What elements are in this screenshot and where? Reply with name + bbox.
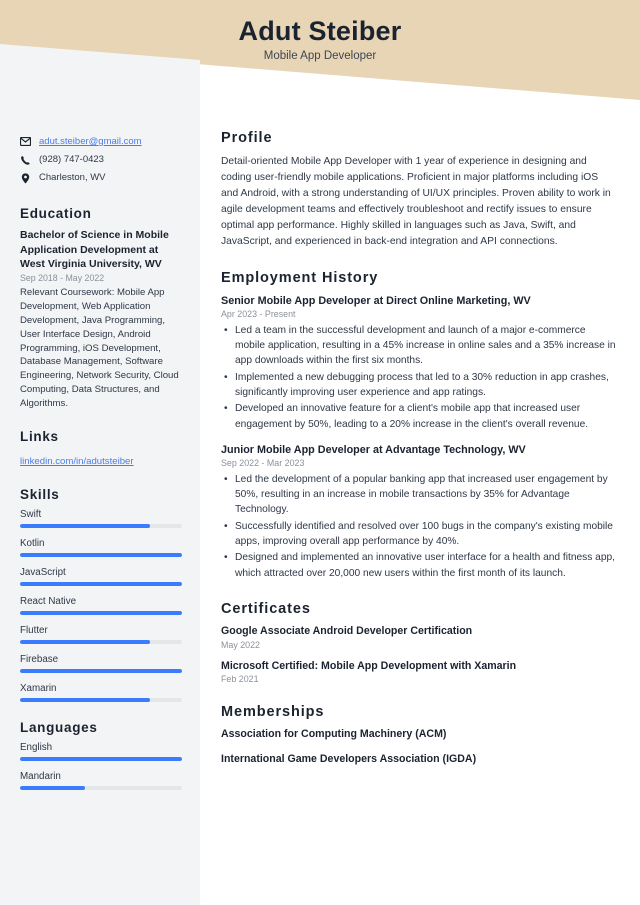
skills-section: Skills Swift Kotlin JavaScript React Nat… — [20, 487, 182, 703]
profile-text: Detail-oriented Mobile App Developer wit… — [221, 156, 611, 247]
bullet-item: Led the development of a popular banking… — [221, 472, 618, 518]
links-section: Links linkedin.com/in/adutsteiber — [20, 429, 182, 469]
skill-item: JavaScript — [20, 567, 182, 587]
contact-location-text: Charleston, WV — [39, 171, 106, 183]
employment-title: Senior Mobile App Developer at Direct On… — [221, 294, 531, 307]
skill-item: Kotlin — [20, 538, 182, 558]
skill-bar-track — [20, 553, 182, 558]
skill-label: Xamarin — [20, 683, 57, 695]
languages-section: Languages English Mandarin — [20, 720, 182, 791]
education-description: Relevant Coursework: Mobile App Developm… — [20, 286, 179, 410]
language-bar-fill — [20, 757, 182, 762]
certificate-title: Microsoft Certified: Mobile App Developm… — [221, 659, 517, 672]
links-heading: Links — [20, 429, 59, 445]
sidebar: adut.steiber@gmail.com (928) 747-0423 Ch… — [0, 44, 200, 905]
main-content: Profile Detail-oriented Mobile App Devel… — [200, 0, 640, 905]
skill-bar-track — [20, 669, 182, 674]
language-label: Mandarin — [20, 771, 61, 783]
language-item: English — [20, 742, 182, 762]
skill-bar-fill — [20, 698, 150, 703]
employment-heading: Employment History — [221, 269, 379, 286]
skill-bar-fill — [20, 611, 182, 616]
bullet-item: Implemented a new debugging process that… — [221, 370, 618, 401]
skill-label: Firebase — [20, 654, 59, 666]
language-bar-track — [20, 786, 182, 791]
skills-heading: Skills — [20, 487, 60, 503]
header-text-block: Adut Steiber Mobile App Developer — [0, 16, 640, 62]
skill-bar-fill — [20, 582, 182, 587]
skill-bar-fill — [20, 524, 150, 529]
membership-item: International Game Developers Associatio… — [221, 753, 477, 766]
employment-entry: Senior Mobile App Developer at Direct On… — [221, 294, 618, 432]
skill-item: Swift — [20, 509, 182, 529]
certificates-heading: Certificates — [221, 600, 311, 617]
certificate-title: Google Associate Android Developer Certi… — [221, 624, 473, 637]
education-date: Sep 2018 - May 2022 — [20, 272, 105, 283]
employment-date: Sep 2022 - Mar 2023 — [221, 457, 305, 468]
skill-bar-track — [20, 582, 182, 587]
phone-icon — [20, 154, 31, 166]
skill-item: Xamarin — [20, 683, 182, 703]
employment-section: Employment History Senior Mobile App Dev… — [221, 270, 618, 581]
skill-label: React Native — [20, 596, 77, 608]
employment-bullets: Led a team in the successful development… — [221, 323, 618, 432]
location-pin-icon — [20, 172, 31, 184]
skill-bar-track — [20, 524, 182, 529]
skill-label: Kotlin — [20, 538, 45, 550]
skill-bar-fill — [20, 553, 182, 558]
certificate-entry: Microsoft Certified: Mobile App Developm… — [221, 660, 618, 685]
employment-bullets: Led the development of a popular banking… — [221, 472, 618, 581]
resume-page: Adut Steiber Mobile App Developer adut.s… — [0, 0, 640, 905]
contact-item-email[interactable]: adut.steiber@gmail.com — [20, 136, 182, 149]
skill-item: Firebase — [20, 654, 182, 674]
language-bar-fill — [20, 786, 85, 791]
contact-email-text[interactable]: adut.steiber@gmail.com — [39, 136, 142, 149]
certificate-entry: Google Associate Android Developer Certi… — [221, 625, 618, 650]
memberships-section: Memberships Association for Computing Ma… — [221, 704, 618, 767]
skill-item: React Native — [20, 596, 182, 616]
bullet-item: Developed an innovative feature for a cl… — [221, 401, 618, 432]
skill-label: Flutter — [20, 625, 48, 637]
skill-bar-fill — [20, 640, 150, 645]
language-label: English — [20, 742, 53, 754]
contact-list: adut.steiber@gmail.com (928) 747-0423 Ch… — [20, 136, 182, 184]
certificate-date: Feb 2021 — [221, 674, 259, 685]
language-item: Mandarin — [20, 771, 182, 791]
profile-heading: Profile — [221, 130, 273, 146]
employment-date: Apr 2023 - Present — [221, 308, 296, 319]
language-bar-track — [20, 757, 182, 762]
skill-label: JavaScript — [20, 567, 66, 579]
profile-section: Profile Detail-oriented Mobile App Devel… — [221, 130, 618, 250]
header-subtitle: Mobile App Developer — [263, 50, 377, 63]
languages-heading: Languages — [20, 720, 98, 736]
membership-item: Association for Computing Machinery (ACM… — [221, 728, 447, 741]
memberships-heading: Memberships — [221, 704, 325, 721]
certificates-section: Certificates Google Associate Android De… — [221, 601, 618, 685]
skill-bar-track — [20, 611, 182, 616]
employment-entry: Junior Mobile App Developer at Advantage… — [221, 443, 618, 581]
contact-item-location: Charleston, WV — [20, 172, 182, 185]
contact-item-phone: (928) 747-0423 — [20, 154, 182, 167]
education-degree: Bachelor of Science in Mobile Applicatio… — [20, 229, 169, 270]
contact-phone-text: (928) 747-0423 — [39, 153, 104, 165]
employment-title: Junior Mobile App Developer at Advantage… — [221, 443, 526, 456]
skill-bar-track — [20, 698, 182, 703]
page-title: Adut Steiber — [238, 16, 402, 46]
envelope-icon — [20, 136, 31, 146]
skill-bar-fill — [20, 669, 182, 674]
bullet-item: Designed and implemented an innovative u… — [221, 550, 618, 581]
education-heading: Education — [20, 206, 92, 222]
education-section: Education Bachelor of Science in Mobile … — [20, 206, 182, 411]
skill-item: Flutter — [20, 625, 182, 645]
bullet-item: Successfully identified and resolved ove… — [221, 519, 618, 550]
link-item-linkedin[interactable]: linkedin.com/in/adutsteiber — [20, 456, 134, 467]
skill-bar-track — [20, 640, 182, 645]
bullet-item: Led a team in the successful development… — [221, 323, 618, 369]
certificate-date: May 2022 — [221, 639, 260, 650]
skill-label: Swift — [20, 509, 42, 521]
